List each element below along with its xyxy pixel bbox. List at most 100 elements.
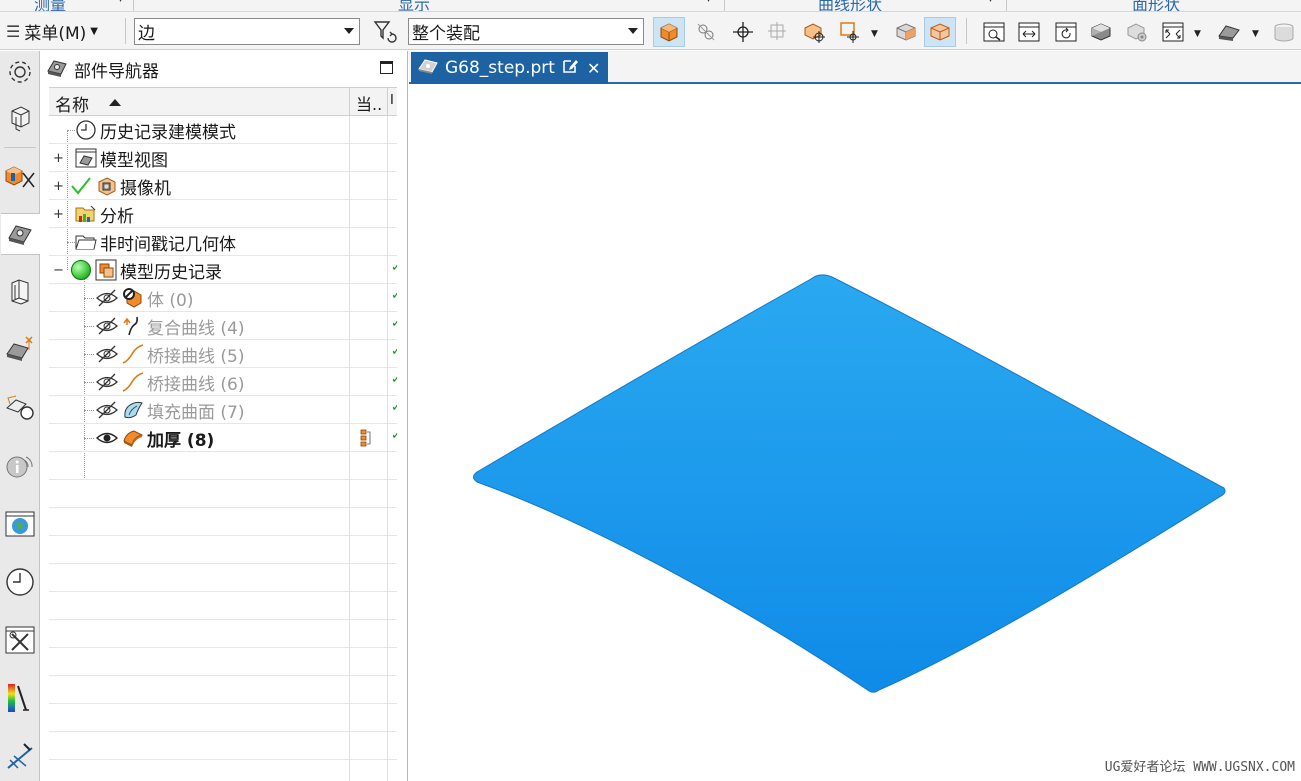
analysis-icon[interactable] xyxy=(1,677,39,719)
collapse-toggle[interactable]: − xyxy=(53,263,64,278)
part-navigator-icon[interactable] xyxy=(1,213,41,255)
tree-row[interactable]: 加厚 (8) ✓ xyxy=(49,424,397,452)
close-icon[interactable]: ✕ xyxy=(587,59,600,78)
expand-toggle[interactable]: + xyxy=(53,207,64,222)
document-tab[interactable]: G68_step.prt ✕ xyxy=(411,52,609,84)
tree-row-label: 复合曲线 (4) xyxy=(147,318,245,339)
cylinder-icon[interactable] xyxy=(1268,17,1300,47)
group-label-display[interactable]: 显示 xyxy=(398,0,430,11)
empty-row xyxy=(49,452,397,480)
thicken-icon xyxy=(121,426,145,450)
wire-box-icon[interactable] xyxy=(924,17,956,47)
render-style-icon[interactable] xyxy=(1213,17,1245,47)
tree-guide xyxy=(84,298,94,299)
tree-row[interactable]: + 摄像机 xyxy=(49,172,397,200)
group-label-measure[interactable]: 测量 xyxy=(34,0,66,11)
chevron-down-icon xyxy=(628,28,638,34)
wireframe-solid-icon[interactable] xyxy=(1121,17,1153,47)
current-cell xyxy=(349,200,387,228)
thickened-surface[interactable] xyxy=(473,274,1226,693)
expand-toggle[interactable]: + xyxy=(53,179,64,194)
chevron-down-icon[interactable]: ▼ xyxy=(1194,29,1201,39)
tree-row[interactable]: 桥接曲线 (6) ✓ xyxy=(49,368,397,396)
current-cell xyxy=(349,312,387,340)
maximize-icon[interactable] xyxy=(380,61,393,74)
column-header-last[interactable]: I xyxy=(387,88,397,116)
reuse-library-icon[interactable] xyxy=(1,271,39,313)
fit-view-icon[interactable] xyxy=(978,17,1010,47)
tree-row[interactable]: 历史记录建模模式 xyxy=(49,116,397,144)
analysis-folder-icon xyxy=(74,202,98,226)
rotate-view-icon[interactable] xyxy=(1050,17,1082,47)
3d-viewport[interactable]: UG爱好者论坛 WWW.UGSNX.COM xyxy=(409,86,1301,781)
surface-model[interactable] xyxy=(409,86,1301,781)
settings-icon[interactable] xyxy=(1,51,39,93)
part-file-icon xyxy=(417,56,439,81)
selection-scope-dropdown[interactable]: 整个装配 xyxy=(408,18,644,45)
hidden-eye-icon[interactable] xyxy=(95,314,119,338)
tree-row[interactable]: − 模型历史记录 ✓ xyxy=(49,256,397,284)
constraints-icon[interactable] xyxy=(1,155,39,197)
chevron-down-icon[interactable]: ▼ xyxy=(871,29,878,39)
checkmark-icon[interactable] xyxy=(70,174,92,198)
chevron-down-icon[interactable]: ▼ xyxy=(1252,29,1259,39)
hd3d-icon[interactable] xyxy=(1,329,39,371)
selection-filter-value: 边 xyxy=(138,24,155,44)
visible-eye-icon[interactable] xyxy=(95,426,119,450)
roles-icon[interactable] xyxy=(1,445,39,487)
last-cell: ✓ xyxy=(387,368,397,396)
navigator-tree: 名称 当.. I 历史记录建模模式 + 模型视图 + 摄像机 + 分析 非时间戳… xyxy=(49,87,397,781)
zoom-fit-icon[interactable] xyxy=(1157,17,1189,47)
web-browser-icon[interactable] xyxy=(1,387,39,429)
selection-filter-dropdown[interactable]: 边 xyxy=(134,18,360,45)
face-snap-icon[interactable] xyxy=(762,17,794,47)
navigator-header: 部件导航器 xyxy=(40,51,408,85)
cube-snap-icon[interactable] xyxy=(653,17,685,47)
tree-row-label: 填充曲面 (7) xyxy=(147,402,245,423)
hidden-eye-icon[interactable] xyxy=(95,286,119,310)
shaded-box-icon[interactable] xyxy=(890,17,922,47)
hidden-eye-icon[interactable] xyxy=(95,342,119,366)
roles-tool-icon[interactable] xyxy=(1,735,39,777)
tree-row[interactable]: 复合曲线 (4) ✓ xyxy=(49,312,397,340)
chevron-down-icon[interactable]: ▾ xyxy=(988,0,993,5)
tree-row[interactable]: 非时间戳记几何体 xyxy=(49,228,397,256)
box-select-icon[interactable] xyxy=(798,17,830,47)
shaded-solid-icon[interactable] xyxy=(1085,17,1117,47)
point-on-curve-icon[interactable] xyxy=(690,17,722,47)
process-studio-icon[interactable] xyxy=(1,619,39,661)
hidden-eye-icon[interactable] xyxy=(95,370,119,394)
crosshair-icon[interactable] xyxy=(727,17,759,47)
column-header-current[interactable]: 当.. xyxy=(349,88,387,116)
empty-row xyxy=(49,732,397,760)
empty-row xyxy=(49,704,397,732)
hidden-eye-icon[interactable] xyxy=(95,398,119,422)
tree-row[interactable]: + 模型视图 xyxy=(49,144,397,172)
chevron-down-icon[interactable]: ▾ xyxy=(706,0,711,5)
system-scenes-icon[interactable] xyxy=(1,503,39,545)
sort-ascending-icon[interactable] xyxy=(109,99,121,106)
current-cell xyxy=(349,144,387,172)
chevron-down-icon[interactable]: ▾ xyxy=(118,0,123,5)
pan-view-icon[interactable] xyxy=(1013,17,1045,47)
tree-row[interactable]: 体 (0) ✓ xyxy=(49,284,397,312)
hamburger-icon: ☰ xyxy=(6,21,21,41)
tree-row[interactable]: 桥接曲线 (5) ✓ xyxy=(49,340,397,368)
tree-guide xyxy=(67,130,77,131)
column-header-name[interactable]: 名称 xyxy=(55,91,89,116)
tree-row-label: 模型视图 xyxy=(100,150,168,171)
assembly-icon[interactable] xyxy=(1,97,39,139)
history-icon[interactable] xyxy=(1,561,39,603)
rect-select-icon[interactable] xyxy=(834,17,866,47)
tree-row[interactable]: 填充曲面 (7) ✓ xyxy=(49,396,397,424)
tree-guide xyxy=(84,382,94,383)
group-label-face-shape[interactable]: 面形状 xyxy=(1132,0,1180,11)
reset-filter-icon[interactable] xyxy=(372,19,400,45)
current-cell xyxy=(349,424,387,452)
expand-toggle[interactable]: + xyxy=(53,151,64,166)
menu-button[interactable]: ☰ 菜单(M) ▼ xyxy=(6,18,98,44)
group-label-curve-shape[interactable]: 曲线形状 xyxy=(818,0,882,11)
divider xyxy=(133,0,134,11)
tree-row[interactable]: + 分析 xyxy=(49,200,397,228)
current-cell xyxy=(349,256,387,284)
